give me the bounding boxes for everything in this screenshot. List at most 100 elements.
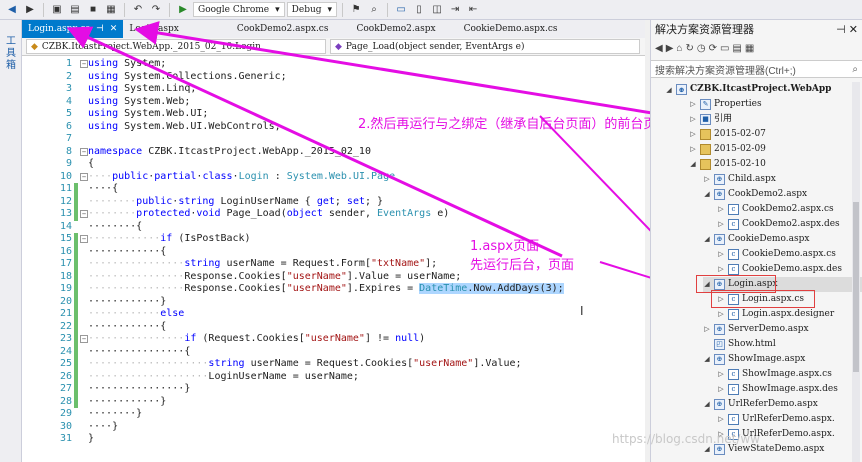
comment-icon[interactable]: ▭ — [393, 2, 409, 18]
solution-search-input[interactable]: 搜索解决方案资源管理器(Ctrl+;) ⌕ — [651, 60, 862, 78]
web-form-icon: ⊕ — [714, 189, 725, 200]
tab-cookiedemo-aspx-cs[interactable]: CookieDemo.aspx.cs — [458, 20, 564, 38]
code-line: 19 ················Response.Cookies["user… — [59, 283, 564, 296]
browser-select[interactable]: Google Chrome ▾ — [193, 2, 285, 17]
start-debug-icon[interactable]: ▶ — [175, 2, 191, 18]
editor-tab-bar: Login.aspx.cs ⊣ ✕ Login.aspx CookDemo2.a… — [22, 20, 645, 38]
code-line: 26 ····················LoginUserName = us… — [59, 370, 359, 383]
pending-changes-icon[interactable]: ◷ — [697, 43, 706, 54]
tree-item-references[interactable]: ▷ ■ 引用 — [689, 112, 732, 127]
code-line: 14 ········{ — [59, 220, 143, 232]
tree-item-folder[interactable]: ▷ 2015-02-07 — [689, 127, 766, 142]
code-line: 29 ········} — [59, 408, 143, 419]
tree-item-file[interactable]: ▷ ⊕ Child.aspx — [703, 172, 776, 187]
collapse-all-icon[interactable]: ▭ — [720, 43, 729, 54]
tree-item-file[interactable]: ◢ ⊕ CookDemo2.aspx — [703, 187, 807, 202]
tree-item-folder[interactable]: ◢ 2015-02-10 — [689, 157, 766, 172]
annotation-step-2: 2.然后再运行与之绑定（继承自后台页面）的前台页面， — [358, 117, 683, 132]
tree-item-folder[interactable]: ▷ 2015-02-09 — [689, 142, 766, 157]
tab-cookdemo2-aspx-cs[interactable]: CookDemo2.aspx.cs — [231, 20, 335, 38]
tab-login-aspx[interactable]: Login.aspx — [123, 20, 185, 38]
chevron-down-icon: ▾ — [327, 4, 333, 15]
forward-icon[interactable]: ▶ — [666, 43, 674, 54]
refresh-icon[interactable]: ⟳ — [709, 43, 717, 54]
undo-icon[interactable]: ↶ — [130, 2, 146, 18]
tab-cookdemo2-aspx[interactable]: CookDemo2.aspx — [350, 20, 441, 38]
member-select[interactable]: ◆ Page_Load(object sender, EventArgs e) — [330, 39, 640, 54]
show-all-files-icon[interactable]: ▤ — [732, 43, 741, 54]
find-icon[interactable]: ⌕ — [366, 2, 382, 18]
collapse-icon[interactable]: − — [80, 147, 88, 156]
expand-icon[interactable]: ◢ — [665, 82, 673, 97]
pin-icon[interactable]: ⊣ — [96, 24, 104, 34]
watermark-text: https://blog.csdn.net/ww — [612, 432, 760, 446]
chevron-down-icon: ▾ — [275, 4, 280, 15]
bookmark-icon[interactable]: ◫ — [429, 2, 445, 18]
indent-icon[interactable]: ⇥ — [447, 2, 463, 18]
uncomment-icon[interactable]: ▯ — [411, 2, 427, 18]
cs-file-icon: c — [728, 414, 739, 425]
web-form-icon: ⊕ — [714, 399, 725, 410]
outdent-icon[interactable]: ⇤ — [465, 2, 481, 18]
tree-item-file[interactable]: ▷ c CookieDemo.aspx.cs — [717, 247, 836, 262]
tree-item-file[interactable]: ▷ ⊕ ServerDemo.aspx — [703, 322, 809, 337]
solution-scrollbar[interactable] — [852, 82, 860, 462]
tree-item-file[interactable]: ◢ ⊕ CookieDemo.aspx — [703, 232, 809, 247]
annotation-step-1-line1: 1.aspx页面 — [470, 239, 540, 254]
folder-icon — [700, 129, 711, 140]
config-select[interactable]: Debug ▾ — [286, 2, 338, 17]
open-file-icon[interactable]: ▤ — [67, 2, 83, 18]
attach-icon[interactable]: ⚑ — [348, 2, 364, 18]
tree-item-properties[interactable]: ▷ ✎ Properties — [689, 97, 762, 112]
tree-item-file[interactable]: ◢ ⊕ UrlReferDemo.aspx — [703, 397, 818, 412]
cs-file-icon: c — [728, 369, 739, 380]
sync-icon[interactable]: ↻ — [685, 43, 693, 54]
collapse-icon[interactable]: − — [80, 60, 88, 68]
code-line: 7 — [65, 133, 72, 144]
collapse-icon[interactable]: − — [80, 172, 88, 181]
class-select[interactable]: ◆ CZBK.ItcastProject.WebApp._2015_02_10.… — [26, 39, 326, 54]
save-icon[interactable]: ■ — [85, 2, 101, 18]
collapse-icon[interactable]: − — [80, 335, 88, 343]
cs-file-icon: c — [728, 204, 739, 215]
tree-item-file[interactable]: ▷ c Login.aspx.designer — [717, 307, 834, 322]
tree-item-file[interactable]: ▷ c UrlReferDemo.aspx. — [717, 412, 835, 427]
close-icon[interactable]: ✕ — [110, 24, 118, 34]
annotation-step-1-line2: 先运行后台，页面 — [470, 258, 575, 273]
code-line: 13− ········protected·void Page_Load(obje… — [59, 208, 450, 221]
toolbox-tab[interactable]: 工具箱 — [4, 36, 18, 72]
cs-file-icon: c — [728, 249, 739, 260]
collapse-icon[interactable]: − — [80, 235, 88, 243]
home-icon[interactable]: ⌂ — [676, 43, 682, 54]
folder-open-icon — [700, 159, 711, 170]
tree-item-file[interactable]: ◢ ⊕ ShowImage.aspx — [703, 352, 805, 367]
redo-icon[interactable]: ↷ — [148, 2, 164, 18]
code-line: 15− ············if (IsPostBack) — [59, 233, 251, 246]
tree-item-file[interactable]: ▷ c ShowImage.aspx.cs — [717, 367, 832, 382]
forward-icon[interactable]: ▶ — [22, 2, 38, 18]
text-cursor-icon: I — [580, 304, 584, 318]
back-icon[interactable]: ◀ — [4, 2, 20, 18]
code-line: 8− namespace CZBK.ItcastProject.WebApp._2… — [65, 145, 371, 157]
code-line: 24 ················{ — [59, 345, 191, 358]
properties-icon[interactable]: ▦ — [745, 43, 754, 54]
tree-item-file[interactable]: ▷ c CookDemo2.aspx.cs — [717, 202, 834, 217]
references-icon: ■ — [700, 114, 711, 125]
save-all-icon[interactable]: ▦ — [103, 2, 119, 18]
tree-item-file[interactable]: ▷ c ShowImage.aspx.des — [717, 382, 838, 397]
html-file-icon: ◰ — [714, 339, 725, 350]
tab-login-aspx-cs[interactable]: Login.aspx.cs ⊣ ✕ — [22, 20, 124, 38]
tree-item-file[interactable]: ▷ c CookDemo2.aspx.des — [717, 217, 840, 232]
method-icon: ◆ — [335, 41, 342, 52]
cs-file-icon: c — [728, 309, 739, 320]
tree-item-file[interactable]: ◰ Show.html — [703, 337, 776, 352]
collapse-icon[interactable]: − — [80, 210, 88, 218]
scrollbar-thumb[interactable] — [853, 202, 859, 372]
new-project-icon[interactable]: ▣ — [49, 2, 65, 18]
code-nav-bar: ◆ CZBK.ItcastProject.WebApp._2015_02_10.… — [22, 38, 645, 56]
tree-item-project[interactable]: ◢ ⊕ CZBK.ItcastProject.WebApp — [665, 82, 831, 97]
code-line: 27 ················} — [59, 383, 191, 396]
pin-icon[interactable]: ⊣ ✕ — [836, 23, 858, 36]
back-icon[interactable]: ◀ — [655, 43, 663, 54]
code-line: 22 ············{ — [59, 320, 167, 333]
